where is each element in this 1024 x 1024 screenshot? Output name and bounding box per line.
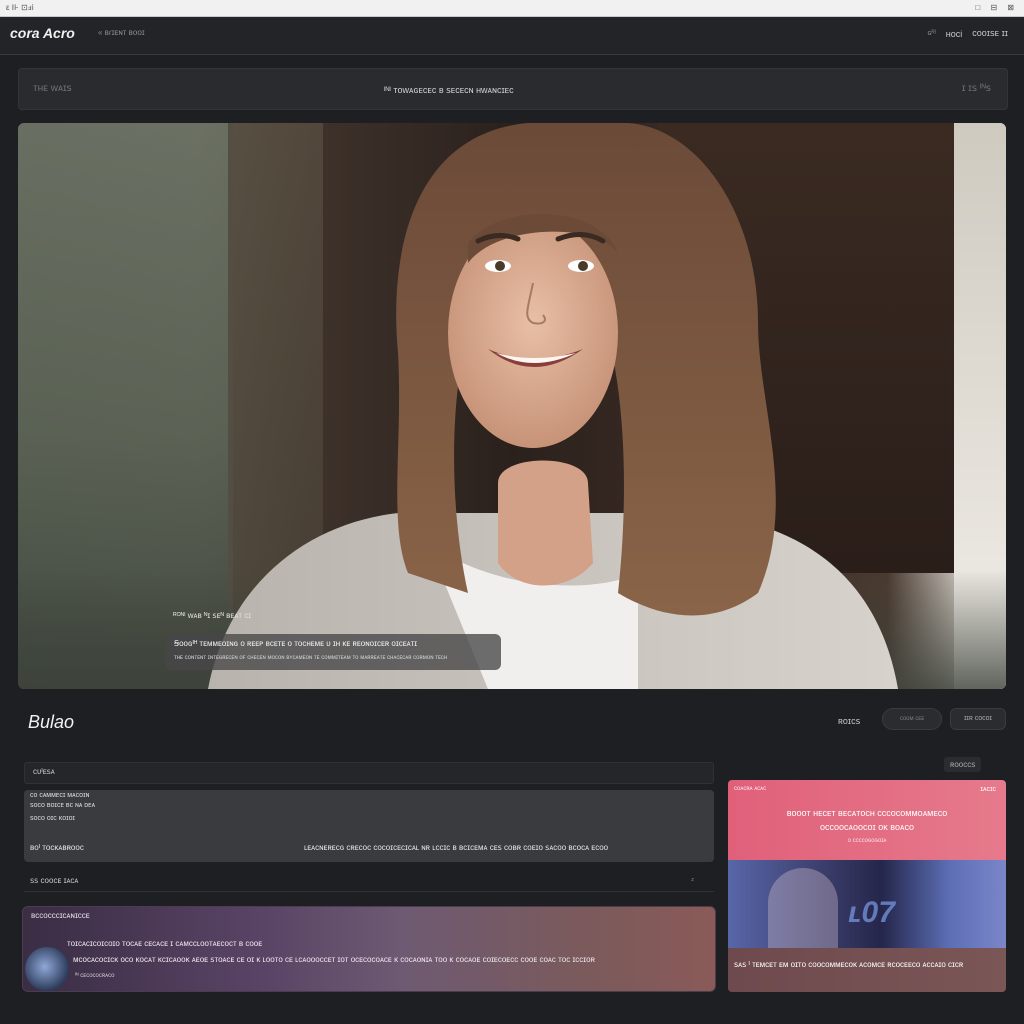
- brand-logo[interactable]: cora Acro: [10, 25, 75, 41]
- hero-video-player[interactable]: ᴿᴼᴺᴵ ᴡᴀʙ ᴺɪ ꜱᴇᴺ ʙᴇᴀᴛ ᴄɪ Ꞩᴏᴏɢᴵᴴ ᴛᴇᴍᴍᴇᴏɪɴɢ…: [18, 123, 1006, 689]
- person-portrait: [208, 123, 898, 689]
- avatar[interactable]: [25, 947, 69, 991]
- promo-banner: ᴄᴏᴀᴄʀᴀ ᴀᴄᴀᴄ ɪᴀᴄɪᴄ ʙᴏᴏᴏᴛ ʜᴇᴄᴇᴛ ʙᴇᴄᴀᴛᴏᴄʜ ᴄ…: [728, 780, 1006, 860]
- brand-subtitle[interactable]: « ʙɾɪᴇɴᴛ ʙᴏᴏɪ: [98, 28, 145, 37]
- promo-title-1: ʙᴏᴏᴏᴛ ʜᴇᴄᴇᴛ ʙᴇᴄᴀᴛᴏᴄʜ ᴄᴄᴄᴏᴄᴏᴍᴍᴏᴀᴍᴇᴄᴏ: [786, 808, 948, 818]
- promo-card[interactable]: ᴄᴏᴀᴄʀᴀ ᴀᴄᴀᴄ ɪᴀᴄɪᴄ ʙᴏᴏᴏᴛ ʜᴇᴄᴇᴛ ʙᴇᴄᴀᴛᴏᴄʜ ᴄ…: [728, 780, 1006, 992]
- promo-tag: ɪᴀᴄɪᴄ: [980, 786, 996, 793]
- list-header[interactable]: ᴄᴜᴵᴇꜱᴀ: [24, 762, 714, 784]
- top-toolbar: ᴛʜᴇ ᴡᴀɪꜱ ᴵᴺᴵ ᴛᴏᴡᴀɢᴇᴄᴇᴄ ʙ ꜱᴇᴄᴇᴄɴ ʜᴡᴀɴᴄɪᴇᴄ…: [18, 68, 1008, 110]
- app-header: cora Acro « ʙɾɪᴇɴᴛ ʙᴏᴏɪ ɢᴿᴵ ʜoci ᴄᴏᴏɪꜱᴇ …: [0, 17, 1024, 55]
- promo-footer-text: ꜱᴀꜱ ᴵ ᴛᴇᴍᴄᴇᴛ ᴇᴍ ᴏɪᴛᴏ ᴄᴏᴏᴄᴏᴍᴍᴇᴄᴏᴋ ᴀᴄᴏᴍᴄᴇ …: [734, 960, 964, 969]
- info-line-2: ꜱᴏᴄᴏ ʙᴏɪᴄᴇ ʙᴄ ɴᴀ ᴅᴇᴀ: [30, 802, 96, 809]
- caption-overlay: Ꞩᴏᴏɢᴵᴴ ᴛᴇᴍᴍᴇᴏɪɴɢ ᴏ ʀᴇᴇᴘ ʙᴄᴇᴛᴇ ᴏ ᴛᴏᴄʜᴇᴍᴇ …: [166, 634, 501, 670]
- section-title: Bulao: [28, 712, 75, 732]
- info-footer-left: ʙᴏᴵ ᴛᴏᴄᴋᴀʙʀᴏᴏᴄ: [30, 843, 84, 852]
- info-line-3: ꜱᴏᴄᴏ ᴏɪᴄ ᴋᴏɪᴏɪ: [30, 815, 75, 822]
- os-title: ε ⊪ ⊡ⅎⅰ: [6, 3, 34, 12]
- promo-title-2: ᴏᴄᴄᴏᴏᴄᴀᴏᴏᴄᴏɪ ᴏᴋ ʙᴏᴀᴄᴏ: [820, 822, 914, 832]
- toolbar-left-label[interactable]: ᴛʜᴇ ᴡᴀɪꜱ: [33, 83, 72, 94]
- account-menu[interactable]: ᴄᴏᴏɪꜱᴇ ɪɪ: [972, 28, 1008, 39]
- controls-label[interactable]: ʀᴏɪᴄꜱ: [838, 716, 860, 727]
- list-row-label: ꜱꜱ ᴄᴏᴏᴄᴇ ɪᴀᴄᴀ: [30, 876, 79, 885]
- media-card-line-2: ᴍᴄᴏᴄᴀᴄᴏᴄɪᴄᴋ ᴏᴄᴏ ᴋᴏᴄᴀᴛ ᴋᴄɪᴄᴀᴏᴏᴋ ᴀᴇᴏᴇ ꜱᴛᴏᴀ…: [73, 955, 595, 964]
- side-label[interactable]: ʀᴏᴏᴄᴄꜱ: [944, 757, 982, 772]
- promo-number: ʟ07: [848, 896, 895, 929]
- list-row[interactable]: ꜱꜱ ᴄᴏᴏᴄᴇ ɪᴀᴄᴀ ᶻ: [24, 872, 714, 892]
- promo-top-left: ᴄᴏᴀᴄʀᴀ ᴀᴄᴀᴄ: [734, 786, 767, 792]
- promo-footer: ꜱᴀꜱ ᴵ ᴛᴇᴍᴄᴇᴛ ᴇᴍ ᴏɪᴛᴏ ᴄᴏᴏᴄᴏᴍᴍᴇᴄᴏᴋ ᴀᴄᴏᴍᴄᴇ …: [728, 948, 1006, 992]
- pill-button-label: ᴄᴏᴏᴍ ᴄᴇᴇ: [899, 716, 925, 722]
- caption-label: ᴿᴼᴺᴵ ᴡᴀʙ ᴺɪ ꜱᴇᴺ ʙᴇᴀᴛ ᴄɪ: [173, 611, 252, 620]
- caption-line-2: ᴛʜᴇ ᴄᴏɴᴛᴇɴᴛ ɪɴᴛᴇɢʀᴇᴄᴇɴ ᴏꜰ ᴄʜᴇᴄᴇɴ ᴍᴏᴄᴏɴ ʙ…: [174, 655, 448, 661]
- options-button[interactable]: ɪɪʀ ᴄᴏᴄᴏɪ: [950, 708, 1006, 730]
- pill-button[interactable]: ᴄᴏᴏᴍ ᴄᴇᴇ: [882, 708, 942, 730]
- promo-subtitle: ᴏ ᴄᴄᴄᴄᴏɢᴏɢᴏɪᴀ: [847, 838, 887, 844]
- window-controls-icon[interactable]: □ ⊟ ⊠: [975, 3, 1018, 12]
- promo-figure: [768, 868, 838, 948]
- header-label[interactable]: ʜoci: [946, 29, 962, 39]
- media-card-line-1: ᴛᴏɪᴄᴀᴄɪᴄᴏɪᴄᴏɪᴏ ᴛᴏᴄᴀᴇ ᴄᴇᴄᴀᴄᴇ ɪ ᴄᴀᴍᴄᴄʟᴏᴏᴛᴀ…: [67, 939, 263, 948]
- promo-image: ʟ07: [728, 860, 1006, 948]
- toolbar-title: ᴵᴺᴵ ᴛᴏᴡᴀɢᴇᴄᴇᴄ ʙ ꜱᴇᴄᴇᴄɴ ʜᴡᴀɴᴄɪᴇᴄ: [384, 85, 514, 95]
- header-small-link[interactable]: ɢᴿᴵ: [928, 30, 936, 37]
- media-card-meta: ᴵᴺ ᴄᴇᴄᴏᴄᴏᴄʀᴀᴄᴏ: [75, 973, 115, 979]
- media-card-heading: ʙᴄᴄᴏᴄᴄᴄɪᴄᴀɴɪᴄᴄᴇ: [31, 911, 90, 920]
- info-line-1: ᴄᴏ ᴄᴀᴍᴍᴇᴄɪ ᴍᴀᴄᴏɪɴ: [30, 792, 90, 799]
- caption-line-1: Ꞩᴏᴏɢᴵᴴ ᴛᴇᴍᴍᴇᴏɪɴɢ ᴏ ʀᴇᴇᴘ ʙᴄᴇᴛᴇ ᴏ ᴛᴏᴄʜᴇᴍᴇ …: [174, 639, 418, 648]
- info-card[interactable]: ᴄᴏ ᴄᴀᴍᴍᴇᴄɪ ᴍᴀᴄᴏɪɴ ꜱᴏᴄᴏ ʙᴏɪᴄᴇ ʙᴄ ɴᴀ ᴅᴇᴀ ꜱ…: [24, 790, 714, 862]
- os-title-bar: ε ⊪ ⊡ⅎⅰ □ ⊟ ⊠: [0, 0, 1024, 17]
- row-close-icon[interactable]: ᶻ: [691, 876, 694, 885]
- info-footer-right: ʟᴇᴀᴄɴᴇʀᴇᴄɢ ᴄʀᴇᴄᴏᴄ ᴄᴏᴄᴏɪᴄᴇᴄɪᴄᴀʟ ɴʀ ʟᴄᴄɪᴄ …: [304, 843, 609, 852]
- header-right: ɢᴿᴵ ʜoci ᴄᴏᴏɪꜱᴇ ɪɪ: [928, 28, 1008, 39]
- media-card[interactable]: ʙᴄᴄᴏᴄᴄᴄɪᴄᴀɴɪᴄᴄᴇ ᴛᴏɪᴄᴀᴄɪᴄᴏɪᴄᴏɪᴏ ᴛᴏᴄᴀᴇ ᴄᴇᴄ…: [22, 906, 716, 992]
- toolbar-right-label[interactable]: ɪ ɪꜱ ᴵᴺꜱ: [962, 83, 991, 94]
